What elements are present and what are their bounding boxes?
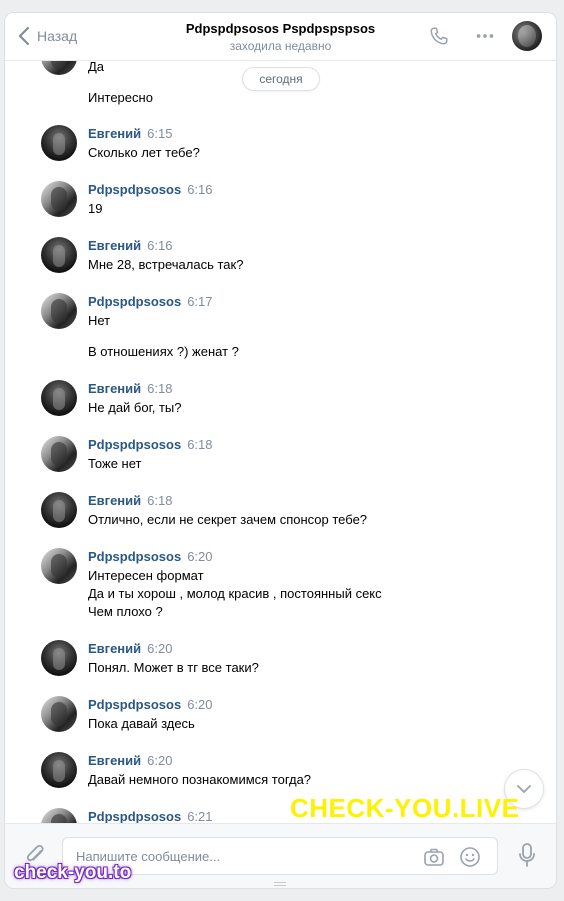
author-name[interactable]: Pdpspdpsosos: [88, 294, 181, 309]
author-name[interactable]: Евгений: [88, 126, 141, 141]
message-time: 6:20: [147, 641, 173, 656]
author-name[interactable]: Pdpspdpsosos: [88, 437, 181, 452]
message-text: Интересно: [88, 90, 153, 105]
avatar[interactable]: [41, 61, 77, 75]
message-time: 6:16: [187, 182, 213, 197]
message-text: Не дай бог, ты?: [88, 400, 182, 415]
author-name[interactable]: Евгений: [88, 753, 141, 768]
author-name[interactable]: Pdpspdpsosos: [88, 697, 181, 712]
microphone-icon[interactable]: [517, 842, 537, 868]
author-name[interactable]: Pdpspdpsosos: [88, 549, 181, 564]
message-list[interactable]: сегодня Да Интересно Евгений 6:15 Сколько…: [5, 61, 556, 823]
message-text: Сколько лет тебе?: [88, 145, 200, 160]
avatar[interactable]: [41, 492, 77, 528]
message-text: Интересен формат: [88, 568, 204, 583]
message-text: Отлично, если не секрет зачем спонсор те…: [88, 512, 368, 527]
more-icon[interactable]: [474, 25, 496, 47]
message-text: Чем плохо ?: [88, 604, 163, 619]
message-time: 6:15: [147, 126, 173, 141]
message-text: Нет: [88, 313, 111, 328]
message-text: В отношениях ?) женат ?: [88, 344, 239, 359]
phone-icon[interactable]: [428, 25, 450, 47]
avatar[interactable]: [41, 808, 77, 823]
author-name[interactable]: Евгений: [88, 381, 141, 396]
message-time: 6:17: [187, 294, 213, 309]
emoji-icon[interactable]: [459, 846, 481, 868]
message-text: Понял. Может в тг все таки?: [88, 660, 259, 675]
header-avatar[interactable]: [512, 21, 542, 51]
message-text: 19: [88, 201, 103, 216]
avatar[interactable]: [41, 181, 77, 217]
author-name[interactable]: Евгений: [88, 641, 141, 656]
message-time: 6:18: [187, 437, 213, 452]
avatar[interactable]: [41, 380, 77, 416]
message-text: Пока давай здесь: [88, 716, 195, 731]
date-separator: сегодня: [242, 67, 320, 91]
watermark-large: CHECK-YOU.LIVE: [290, 793, 520, 823]
avatar[interactable]: [41, 696, 77, 732]
message-text: Давай немного познакомимся тогда?: [88, 772, 312, 787]
message-time: 6:20: [187, 549, 213, 564]
message-time: 6:18: [147, 493, 173, 508]
message-time: 6:21: [187, 809, 213, 823]
message-text: Тоже нет: [88, 456, 142, 471]
author-name[interactable]: Pdpspdpsosos: [88, 182, 181, 197]
avatar[interactable]: [41, 125, 77, 161]
avatar[interactable]: [41, 436, 77, 472]
message-text: Мне 28, встречалась так?: [88, 257, 244, 272]
watermark-small: check-you.to: [14, 862, 132, 883]
message-time: 6:20: [187, 697, 213, 712]
message-text: Да: [88, 61, 105, 74]
chat-window: Назад Pdpspdpsosos Pspdpspspsos заходила…: [4, 12, 557, 889]
avatar[interactable]: [41, 640, 77, 676]
message-time: 6:18: [147, 381, 173, 396]
author-name[interactable]: Евгений: [88, 238, 141, 253]
author-name[interactable]: Pdpspdpsosos: [88, 809, 181, 823]
avatar[interactable]: [41, 548, 77, 584]
message-text: Да и ты хорош , молод красив , постоянны…: [88, 586, 382, 601]
chat-header: Назад Pdpspdpsosos Pspdpspspsos заходила…: [5, 13, 556, 61]
author-name[interactable]: Евгений: [88, 493, 141, 508]
resize-grip-icon[interactable]: [274, 881, 286, 887]
avatar[interactable]: [41, 752, 77, 788]
avatar[interactable]: [41, 237, 77, 273]
camera-icon[interactable]: [423, 846, 445, 868]
message-time: 6:16: [147, 238, 173, 253]
message-time: 6:20: [147, 753, 173, 768]
avatar[interactable]: [41, 293, 77, 329]
